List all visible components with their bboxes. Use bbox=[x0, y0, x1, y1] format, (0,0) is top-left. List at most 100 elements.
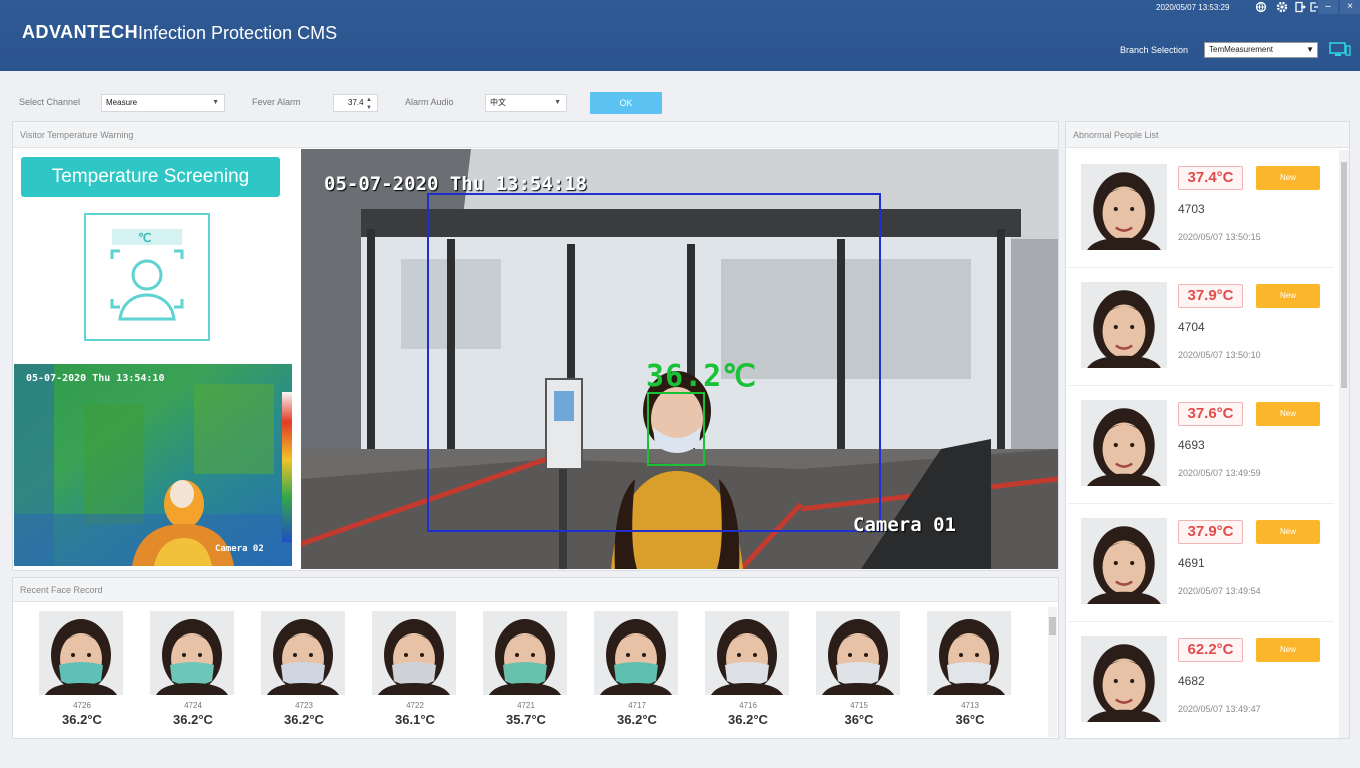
face-record-temperature: 36°C bbox=[844, 712, 874, 727]
detected-temperature: 36.2℃ bbox=[646, 359, 757, 394]
fever-alarm-value: 37.4 bbox=[348, 98, 364, 107]
abnormal-temperature: 37.9°C bbox=[1178, 284, 1243, 308]
chevron-down-icon: ▼ bbox=[1306, 45, 1314, 54]
panel-header bbox=[13, 578, 1058, 602]
abnormal-person-time: 2020/05/07 13:50:15 bbox=[1178, 232, 1261, 242]
abnormal-person-item[interactable]: 37.9°C New 4704 2020/05/07 13:50:10 bbox=[1068, 268, 1334, 386]
abnormal-person-id: 4691 bbox=[1178, 556, 1205, 570]
face-record-id: 4723 bbox=[295, 701, 313, 710]
abnormal-scrollbar[interactable] bbox=[1339, 150, 1349, 738]
new-badge-button[interactable]: New bbox=[1256, 166, 1320, 190]
abnormal-person-id: 4704 bbox=[1178, 320, 1205, 334]
face-record-item[interactable]: 4717 36.2°C bbox=[594, 611, 680, 727]
face-photo bbox=[261, 611, 345, 695]
abnormal-person-time: 2020/05/07 13:49:59 bbox=[1178, 468, 1261, 478]
face-photo bbox=[1081, 164, 1167, 250]
new-badge-button[interactable]: New bbox=[1256, 284, 1320, 308]
face-record-item[interactable]: 4715 36°C bbox=[816, 611, 902, 727]
abnormal-person-item[interactable]: 37.4°C New 4703 2020/05/07 13:50:15 bbox=[1068, 150, 1334, 268]
abnormal-person-item[interactable]: 37.6°C New 4693 2020/05/07 13:49:59 bbox=[1068, 386, 1334, 504]
info-icon[interactable] bbox=[1294, 1, 1306, 13]
alarm-audio-value: 中文 bbox=[490, 98, 506, 107]
minimize-icon[interactable]: – bbox=[1318, 0, 1338, 14]
face-record-id: 4717 bbox=[628, 701, 646, 710]
face-record-id: 4715 bbox=[850, 701, 868, 710]
abnormal-person-id: 4682 bbox=[1178, 674, 1205, 688]
face-record-temperature: 36.2°C bbox=[728, 712, 768, 727]
face-photo bbox=[483, 611, 567, 695]
branch-selection-label: Branch Selection bbox=[1120, 45, 1189, 55]
face-photo bbox=[1081, 636, 1167, 722]
new-badge-button[interactable]: New bbox=[1256, 402, 1320, 426]
globe-icon[interactable] bbox=[1255, 1, 1267, 13]
thermal-timestamp: 05-07-2020 Thu 13:54:10 bbox=[26, 373, 165, 384]
scrollbar-thumb[interactable] bbox=[1049, 617, 1056, 635]
stepper-arrows-icon[interactable]: ▲ ▼ bbox=[366, 96, 372, 112]
face-record-item[interactable]: 4713 36°C bbox=[927, 611, 1013, 727]
abnormal-people-title: Abnormal People List bbox=[1073, 130, 1159, 140]
alarm-audio-select[interactable]: 中文 ▼ bbox=[485, 94, 567, 112]
chevron-down-icon: ▼ bbox=[212, 99, 219, 106]
face-record-item[interactable]: 4726 36.2°C bbox=[39, 611, 125, 727]
face-photo bbox=[927, 611, 1011, 695]
abnormal-person-item[interactable]: 62.2°C New 4682 2020/05/07 13:49:47 bbox=[1068, 622, 1334, 740]
branch-select[interactable]: TemMeasurement ▼ bbox=[1204, 42, 1318, 58]
camera-name: Camera 01 bbox=[853, 514, 956, 536]
face-record-temperature: 36.2°C bbox=[284, 712, 324, 727]
face-record-item[interactable]: 4721 35.7°C bbox=[483, 611, 569, 727]
abnormal-person-time: 2020/05/07 13:49:54 bbox=[1178, 586, 1261, 596]
ok-button[interactable]: OK bbox=[590, 92, 662, 114]
face-photo bbox=[1081, 282, 1167, 368]
face-scan-icon: ℃ bbox=[84, 213, 210, 341]
monitor-icon[interactable] bbox=[1329, 41, 1351, 58]
fever-alarm-stepper[interactable]: 37.4 ▲ ▼ bbox=[333, 94, 378, 112]
main-camera-feed: 05-07-2020 Thu 13:54:18 36.2℃ Camera 01 bbox=[301, 149, 1058, 569]
select-channel-label: Select Channel bbox=[19, 97, 81, 107]
face-record-temperature: 36°C bbox=[955, 712, 985, 727]
camera-timestamp: 05-07-2020 Thu 13:54:18 bbox=[324, 173, 588, 195]
face-record-id: 4726 bbox=[73, 701, 91, 710]
face-photo bbox=[1081, 518, 1167, 604]
abnormal-temperature: 37.6°C bbox=[1178, 402, 1243, 426]
panel-header bbox=[13, 122, 1058, 148]
advantech-logo: ADVANTECH bbox=[22, 22, 139, 42]
new-badge-button[interactable]: New bbox=[1256, 638, 1320, 662]
recent-face-title: Recent Face Record bbox=[20, 585, 103, 595]
branch-select-value: TemMeasurement bbox=[1209, 45, 1274, 54]
abnormal-temperature: 62.2°C bbox=[1178, 638, 1243, 662]
channel-select-value: Measure bbox=[106, 98, 138, 107]
thermal-camera-name: Camera 02 bbox=[215, 544, 264, 554]
face-record-id: 4713 bbox=[961, 701, 979, 710]
face-record-item[interactable]: 4724 36.2°C bbox=[150, 611, 236, 727]
visitor-warning-title: Visitor Temperature Warning bbox=[20, 130, 134, 140]
face-record-temperature: 36.1°C bbox=[395, 712, 435, 727]
face-record-id: 4724 bbox=[184, 701, 202, 710]
face-record-id: 4716 bbox=[739, 701, 757, 710]
face-photo bbox=[150, 611, 234, 695]
abnormal-person-item[interactable]: 37.9°C New 4691 2020/05/07 13:49:54 bbox=[1068, 504, 1334, 622]
face-record-item[interactable]: 4716 36.2°C bbox=[705, 611, 791, 727]
celsius-label: ℃ bbox=[138, 231, 152, 245]
face-photo bbox=[39, 611, 123, 695]
temperature-screening-badge: Temperature Screening bbox=[21, 157, 280, 197]
thermal-camera-feed: 05-07-2020 Thu 13:54:10 Camera 02 bbox=[14, 364, 292, 566]
face-record-id: 4722 bbox=[406, 701, 424, 710]
close-icon[interactable]: × bbox=[1340, 0, 1360, 14]
recent-scrollbar[interactable] bbox=[1048, 607, 1057, 737]
face-record-temperature: 36.2°C bbox=[173, 712, 213, 727]
new-badge-button[interactable]: New bbox=[1256, 520, 1320, 544]
app-header: ADVANTECH Infection Protection CMS 2020/… bbox=[0, 0, 1360, 71]
alarm-audio-label: Alarm Audio bbox=[405, 97, 454, 107]
chevron-down-icon: ▼ bbox=[554, 99, 561, 106]
abnormal-temperature: 37.9°C bbox=[1178, 520, 1243, 544]
face-record-temperature: 36.2°C bbox=[617, 712, 657, 727]
face-photo bbox=[816, 611, 900, 695]
face-photo bbox=[1081, 400, 1167, 486]
abnormal-person-id: 4703 bbox=[1178, 202, 1205, 216]
face-record-item[interactable]: 4722 36.1°C bbox=[372, 611, 458, 727]
channel-select[interactable]: Measure ▼ bbox=[101, 94, 225, 112]
settings-icon[interactable] bbox=[1276, 1, 1288, 13]
scrollbar-thumb[interactable] bbox=[1341, 162, 1347, 388]
header-datetime: 2020/05/07 13:53:29 bbox=[1156, 3, 1230, 12]
face-record-item[interactable]: 4723 36.2°C bbox=[261, 611, 347, 727]
